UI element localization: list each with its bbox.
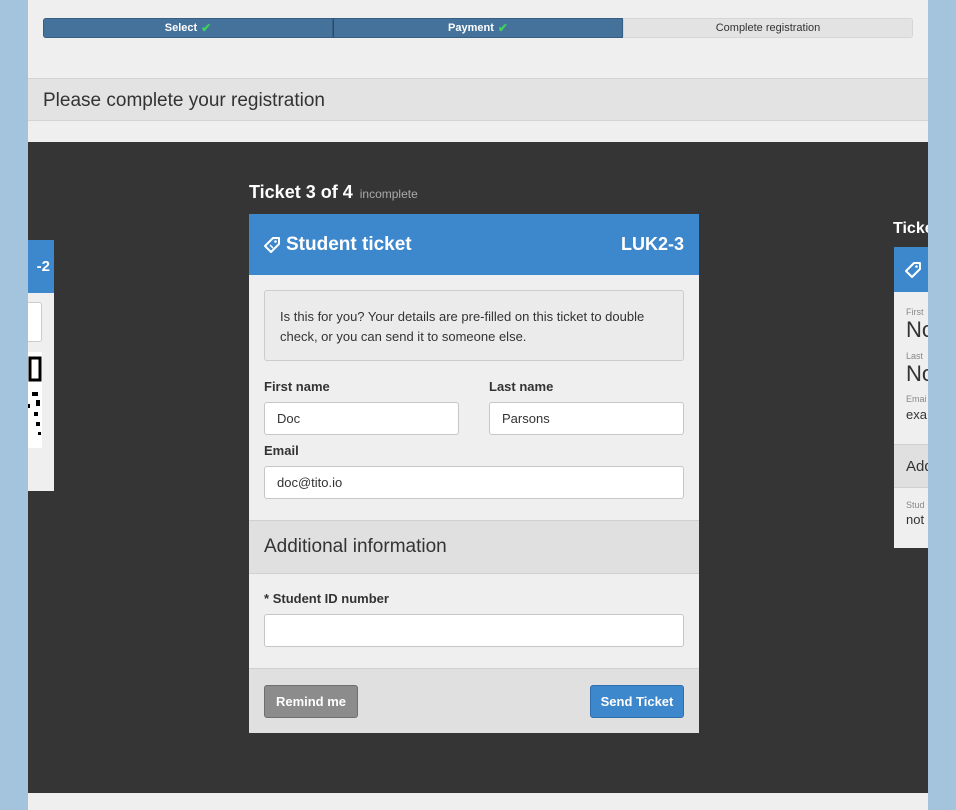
next-ticket-header xyxy=(894,247,928,292)
email-field[interactable]: doc@tito.io xyxy=(264,466,684,499)
next-first-name-label: First xyxy=(906,307,924,317)
qr-code-icon xyxy=(28,352,42,448)
previous-ticket-field xyxy=(28,302,42,342)
step-select[interactable]: Select ✔ xyxy=(43,18,333,38)
next-student-label: Stud xyxy=(906,500,925,510)
progress-steps: Select ✔ Payment ✔ Complete registration xyxy=(43,18,913,38)
ticket-header: Student ticket LUK2-3 xyxy=(249,214,699,275)
previous-ticket-header: -2 xyxy=(28,240,54,293)
next-last-name-value: No xyxy=(906,361,928,386)
ticket-footer: Remind me Send Ticket xyxy=(249,668,699,733)
step-label: Payment xyxy=(448,22,494,34)
email-label: Email xyxy=(264,443,299,458)
ticket-position: Ticket 3 of 4 xyxy=(249,182,353,202)
ticket-carousel: -2 Ticket 3 of 4 incomplete Student tick… xyxy=(28,142,928,793)
ticket-reference: LUK2-3 xyxy=(620,234,684,254)
ticket-card: Student ticket LUK2-3 Is this for you? Y… xyxy=(249,214,699,733)
previous-ticket-card[interactable]: -2 xyxy=(28,240,54,491)
last-name-label: Last name xyxy=(489,379,554,394)
prefill-notice: Is this for you? Your details are pre-fi… xyxy=(264,290,684,361)
step-label: Select xyxy=(164,22,198,34)
ticket-status: incomplete xyxy=(359,187,418,201)
step-complete-registration: Complete registration xyxy=(623,18,913,38)
additional-information-title: Additional information xyxy=(264,536,447,557)
next-student-value: not xyxy=(906,512,925,527)
remind-me-button[interactable]: Remind me xyxy=(264,685,358,718)
first-name-label: First name xyxy=(264,379,330,394)
step-label: Complete registration xyxy=(715,22,821,34)
first-name-field[interactable]: Doc xyxy=(264,402,459,435)
last-name-value: Parsons xyxy=(502,411,550,426)
student-id-label: * Student ID number xyxy=(264,591,389,606)
ticket-type: Student ticket xyxy=(264,234,412,256)
tag-icon xyxy=(264,236,280,253)
send-ticket-button[interactable]: Send Ticket xyxy=(590,685,684,718)
next-additional-header: Add xyxy=(894,444,928,488)
heading-bar: Please complete your registration xyxy=(28,78,928,121)
tag-icon xyxy=(905,261,921,278)
registration-page: Select ✔ Payment ✔ Complete registration… xyxy=(28,0,928,810)
required-marker: * xyxy=(264,591,270,606)
next-additional-title: Add xyxy=(906,458,928,475)
next-email-label: Emai xyxy=(906,394,927,404)
email-value: doc@tito.io xyxy=(277,475,343,490)
additional-information-header: Additional information xyxy=(249,520,699,574)
next-ticket-heading: Ticke xyxy=(893,220,928,237)
next-ticket-card[interactable]: First No Last No Emai exa Add Stud not xyxy=(894,247,928,548)
last-name-field[interactable]: Parsons xyxy=(489,402,684,435)
step-payment[interactable]: Payment ✔ xyxy=(333,18,623,38)
check-icon: ✔ xyxy=(201,21,212,35)
check-icon: ✔ xyxy=(497,21,508,35)
student-id-field[interactable] xyxy=(264,614,684,647)
ticket-name: Student ticket xyxy=(286,233,412,255)
previous-ticket-reference: -2 xyxy=(36,258,50,275)
ticket-heading: Ticket 3 of 4 incomplete xyxy=(249,182,418,203)
next-email-value: exa xyxy=(906,407,927,422)
page-title: Please complete your registration xyxy=(43,90,325,111)
first-name-value: Doc xyxy=(277,411,301,426)
next-last-name-label: Last xyxy=(906,351,924,361)
next-first-name-value: No xyxy=(906,317,928,342)
